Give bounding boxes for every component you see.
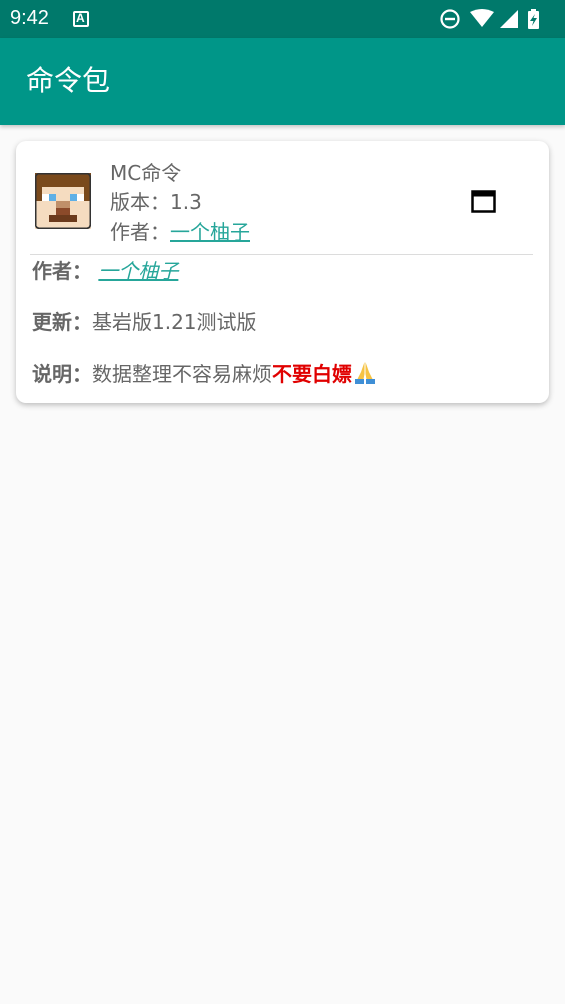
status-icons [440, 9, 539, 29]
pray-icon [355, 362, 375, 384]
status-bar: 9:42 [0, 0, 565, 38]
signal-icon [500, 10, 518, 28]
page-title: 命令包 [26, 64, 111, 97]
window-icon[interactable] [471, 190, 496, 213]
detail-update-label: 更新： [32, 310, 92, 334]
command-pack-card[interactable]: MC命令 版本：1.3 作者：一个柚子 作者： 一个柚子 更新：基岩版1.21测… [16, 141, 549, 403]
detail-update: 更新：基岩版1.21测试版 [32, 309, 257, 335]
app-bar: 命令包 [0, 38, 565, 125]
detail-desc-highlight: 不要白嫖 [272, 362, 352, 386]
wifi-icon [470, 9, 494, 27]
detail-author-link[interactable]: 一个柚子 [98, 259, 178, 283]
status-time: 9:42 [10, 7, 49, 29]
dnd-icon [440, 9, 460, 29]
pack-author: 作者：一个柚子 [110, 219, 250, 245]
detail-author: 作者： 一个柚子 [32, 258, 178, 284]
detail-desc-label: 说明： [32, 362, 92, 386]
pack-version: 版本：1.3 [110, 189, 202, 215]
detail-desc-value: 数据整理不容易麻烦 [92, 362, 272, 386]
version-value: 1.3 [170, 190, 202, 214]
detail-update-value: 基岩版1.21测试版 [92, 310, 257, 334]
battery-charging-icon [528, 9, 539, 29]
author-link[interactable]: 一个柚子 [170, 220, 250, 244]
author-label: 作者： [110, 220, 170, 244]
version-label: 版本： [110, 190, 170, 214]
avatar-icon [35, 173, 91, 229]
detail-author-label: 作者： [32, 259, 92, 283]
notification-a-icon [73, 11, 89, 27]
pack-name: MC命令 [110, 161, 182, 185]
card-divider [30, 254, 533, 255]
detail-description: 说明：数据整理不容易麻烦不要白嫖 [32, 360, 378, 387]
